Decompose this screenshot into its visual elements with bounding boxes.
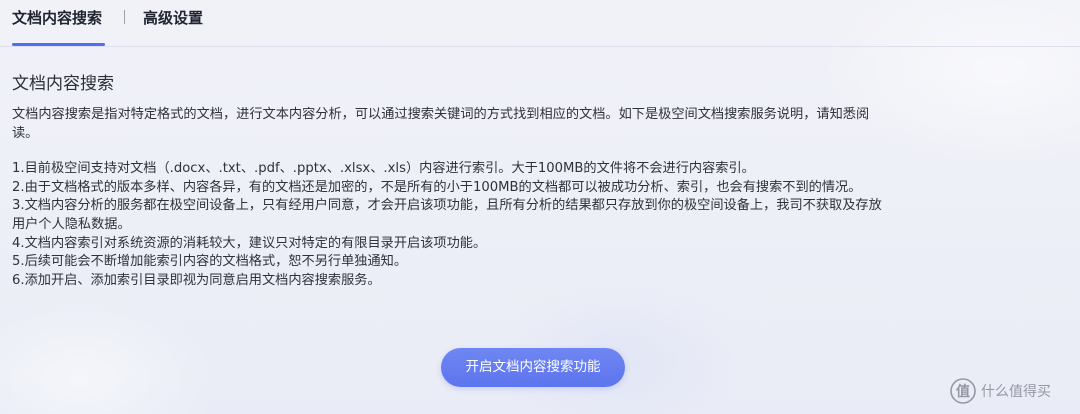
- rule-item: 1.目前极空间支持对文档（.docx、.txt、.pdf、.pptx、.xlsx…: [12, 161, 755, 177]
- tab-bar: 文档内容搜索 高级设置: [0, 0, 1080, 47]
- content-panel: 文档内容搜索 文档内容搜索是指对特定格式的文档，进行文本内容分析，可以通过搜索关…: [12, 72, 1062, 290]
- rules-list: 1.目前极空间支持对文档（.docx、.txt、.pdf、.pptx、.xlsx…: [12, 160, 1062, 290]
- description-line: 文档内容搜索是指对特定格式的文档，进行文本内容分析，可以通过搜索关键词的方式找到…: [12, 107, 870, 122]
- watermark-logo-icon: 值: [950, 378, 976, 404]
- rule-item: 3.文档内容分析的服务都在极空间设备上，只有经用户同意，才会开启该项功能，且所有…: [12, 198, 882, 214]
- rule-item: 5.后续可能会不断增加能索引内容的文档格式，恕不另行单独通知。: [12, 254, 408, 270]
- tab-advanced-settings[interactable]: 高级设置: [143, 8, 203, 28]
- watermark-text: 什么值得买: [981, 384, 1051, 400]
- tab-divider: [124, 10, 125, 24]
- rule-item: 4.文档内容索引对系统资源的消耗较大，建议只对特定的有限目录开启该项功能。: [12, 235, 487, 251]
- enable-document-search-button[interactable]: 开启文档内容搜索功能: [441, 348, 625, 387]
- description: 文档内容搜索是指对特定格式的文档，进行文本内容分析，可以通过搜索关键词的方式找到…: [12, 106, 1062, 143]
- watermark: 值 什么值得买: [950, 377, 1051, 405]
- rule-item: 用户个人隐私数据。: [12, 216, 131, 232]
- rule-item: 2.由于文档格式的版本多样、内容各异，有的文档还是加密的，不是所有的小于100M…: [12, 179, 862, 195]
- document-search-settings-page: 文档内容搜索 高级设置 文档内容搜索 文档内容搜索是指对特定格式的文档，进行文本…: [0, 0, 1080, 414]
- tab-document-content-search[interactable]: 文档内容搜索: [12, 8, 106, 46]
- rule-item: 6.添加开启、添加索引目录即视为同意启用文档内容搜索服务。: [12, 272, 381, 288]
- description-line: 读。: [12, 125, 39, 141]
- section-title: 文档内容搜索: [12, 74, 114, 94]
- svg-text:值: 值: [956, 383, 970, 400]
